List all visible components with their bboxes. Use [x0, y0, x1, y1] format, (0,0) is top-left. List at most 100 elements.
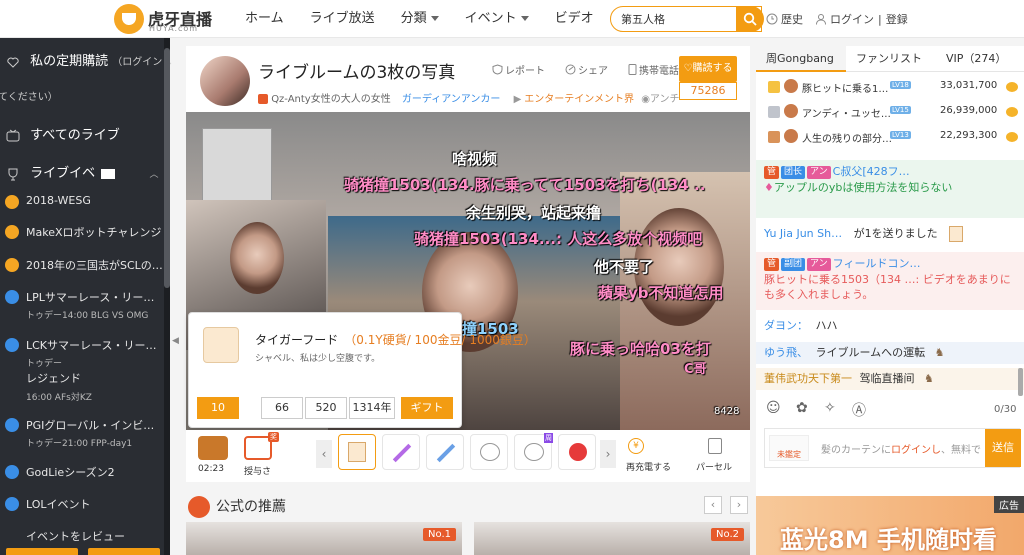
category-link[interactable]: ▶ エンターテインメント界 [514, 94, 634, 105]
logo-subtext: HUYA.com [149, 24, 199, 33]
coin-icon [1006, 107, 1018, 117]
divider: | [878, 12, 882, 26]
extra-link[interactable]: ◉アンチ [641, 94, 679, 105]
tiger-food-icon [348, 442, 366, 462]
user-area: ログイン | 登録 [815, 11, 908, 27]
review-events-link[interactable]: イベントをレビュー [26, 528, 196, 544]
nav-events[interactable]: イベント [452, 0, 542, 38]
live-events-header[interactable]: ライブイベ ︿ [6, 162, 176, 181]
emoji-icon[interactable]: ☺ [766, 400, 781, 416]
paw-icon[interactable]: ✿ [796, 400, 808, 416]
gift-item-tiger-food[interactable] [338, 434, 376, 470]
room-header: ライブルームの3枚の写真 レポート シェア 携帯電話 Qz-Anty女性の大人の… [186, 46, 750, 112]
history-link[interactable]: 歴史 [766, 11, 803, 27]
anchor-avatar[interactable] [200, 56, 250, 106]
sidebar-button[interactable] [6, 548, 78, 555]
search-input[interactable] [621, 7, 741, 31]
chevron-down-icon [520, 16, 529, 21]
font-style-icon[interactable]: Ⓐ [852, 400, 866, 420]
gift-item[interactable] [558, 434, 596, 470]
chat-username[interactable]: Yu Jia Jun Sh… [764, 227, 842, 240]
chat-username[interactable]: ゆう飛、 [764, 346, 808, 359]
chat-text: アップルのybは使用方法を知らない [773, 181, 953, 194]
report-button[interactable]: レポート [492, 62, 555, 77]
all-live-link[interactable]: すべてのライブ [6, 124, 176, 143]
ad-banner[interactable]: 広告 蓝光8M 手机随时看 [756, 496, 1024, 555]
recommend-prev-arrow[interactable]: ‹ [704, 496, 722, 514]
chat-placeholder: 髪のカーテンにログインし、無料で [821, 445, 981, 456]
tab-vip[interactable]: VIP（274） [936, 46, 1024, 72]
video-person-shape [230, 222, 284, 294]
award-badge: 奖 [268, 432, 279, 442]
chat-login-link[interactable]: ログインし [891, 445, 941, 456]
quantity-option[interactable]: 520 [305, 397, 347, 419]
potion-icon [569, 443, 587, 461]
send-gift-button[interactable]: ギフト [401, 397, 453, 419]
sword-icon [436, 443, 456, 463]
send-button[interactable]: 送信 [985, 429, 1021, 467]
tab-weekly[interactable]: 周Gongbang [756, 46, 846, 72]
subscribe-button[interactable]: ♡購読する [679, 56, 737, 82]
collapse-arrow-icon[interactable]: ◀ [172, 336, 179, 346]
gift-item[interactable]: 周 [514, 433, 553, 470]
recommend-card[interactable]: No.1 [186, 522, 462, 555]
top-bar: 虎牙直播 HUYA.com ホーム ライブ放送 分類 イベント ビデオ 歴史 ロ… [0, 0, 1024, 38]
chat-message: Yu Jia Jun Sh… が1を送りました [756, 226, 1024, 242]
chevron-up-icon[interactable]: ︿ [149, 170, 158, 180]
room-actions: レポート シェア 携帯電話 [492, 62, 699, 77]
gift-popup: タイガーフード （0.1Y硬貨/ 100金豆/ 1000銀豆） シャベル、私は少し… [188, 312, 536, 428]
guardian-link[interactable]: ガーディアンアンカー [402, 94, 501, 105]
share-button[interactable]: シェア [565, 62, 618, 77]
share-icon [565, 64, 576, 75]
subscriptions-header[interactable]: 私の定期購読 （ログインし [6, 50, 176, 69]
chat-message: ダヨン： ハハ [756, 318, 1024, 334]
gift-item[interactable] [382, 434, 420, 470]
chat-username[interactable]: ダヨン： [764, 319, 808, 332]
tab-fans[interactable]: ファンリスト [846, 46, 936, 72]
chat-input[interactable]: 未鑑定 髪のカーテンにログインし、無料で 送信 [764, 428, 1021, 468]
nav-video[interactable]: ビデオ [542, 0, 607, 38]
register-link[interactable]: 登録 [886, 11, 908, 27]
chat-username[interactable]: フィールドコン… [833, 257, 921, 270]
clock-icon [766, 13, 778, 25]
gift-item[interactable] [426, 434, 464, 470]
avatar [784, 104, 798, 118]
page-scrollbar[interactable] [1018, 368, 1023, 396]
diamond-icon: ♦ [764, 181, 774, 194]
nav-category[interactable]: 分類 [388, 0, 452, 38]
search-button[interactable] [736, 6, 764, 32]
sidebar-scrollbar[interactable] [164, 38, 170, 555]
login-link[interactable]: ログイン [830, 11, 874, 27]
site-logo[interactable]: 虎牙直播 HUYA.com [114, 4, 214, 34]
event-blue-icon [5, 465, 19, 479]
sidebar-button[interactable] [88, 548, 160, 555]
anchor-name[interactable]: Qz-Anty女性の大人の女性 [271, 94, 391, 105]
gift-price: （0.1Y硬貨/ 100金豆/ 1000銀豆） [344, 333, 536, 347]
ranking-row[interactable]: アンディ・ユッセ… LV15 26,939,000 [756, 99, 1024, 125]
sparkle-icon[interactable]: ✧ [824, 400, 836, 416]
recommend-card[interactable]: No.2 [474, 522, 750, 555]
treasure-chest-icon[interactable] [198, 436, 228, 460]
nav-live[interactable]: ライブ放送 [297, 0, 388, 38]
ranking-row[interactable]: 豚ヒットに乗る1… LV18 33,031,700 [756, 74, 1024, 100]
chat-username[interactable]: 董伟武功天下第一 [764, 372, 852, 385]
ranking-row[interactable]: 人生の残りの部分… LV13 22,293,300 [756, 124, 1024, 150]
gift-item[interactable] [470, 434, 508, 470]
recommend-next-arrow[interactable]: › [730, 496, 748, 514]
quantity-option[interactable]: 1314年 [349, 397, 395, 419]
danmaku-message: 他不要了 [594, 258, 655, 276]
play-icon: ▶ [513, 94, 522, 105]
gift-prev-arrow[interactable]: ‹ [316, 440, 332, 468]
chat-username[interactable]: C叔父[428フ… [833, 165, 910, 178]
quantity-option[interactable]: 10 [197, 397, 239, 419]
chat-toolbar: ☺ ✿ ✧ Ⓐ 0/30 [756, 398, 1024, 422]
recharge-button[interactable]: 再充電する [626, 460, 671, 473]
face-sticker-icon [524, 443, 544, 461]
event-orange-icon [5, 225, 19, 239]
quantity-option[interactable]: 66 [261, 397, 303, 419]
not-verified-badge: 未鑑定 [769, 435, 809, 461]
parcel-button[interactable]: パーセル [696, 460, 732, 473]
gift-next-arrow[interactable]: › [600, 440, 616, 468]
gift-description: シャベル、私は少し空腹です。 [255, 354, 381, 364]
nav-home[interactable]: ホーム [232, 0, 297, 38]
